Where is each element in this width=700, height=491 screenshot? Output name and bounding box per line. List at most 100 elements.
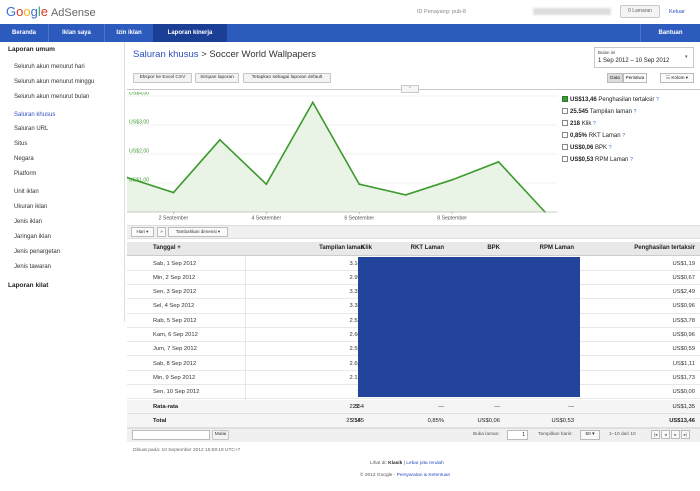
sidebar-item-ad-units[interactable]: Unit iklan bbox=[14, 189, 39, 195]
col-header-date[interactable]: Tanggal + bbox=[153, 245, 181, 251]
cell-earnings: US$0,67 bbox=[672, 274, 695, 281]
google-adsense-logo[interactable]: Google AdSense bbox=[6, 4, 96, 19]
legend-item-clicks[interactable]: 218 Klik ? bbox=[562, 120, 596, 127]
col-header-rpm[interactable]: RPM Laman bbox=[510, 245, 574, 251]
messages-button[interactable]: 0 Lamaran bbox=[620, 5, 660, 18]
cell-earnings: US$0,96 bbox=[672, 332, 695, 338]
data-point bbox=[358, 183, 361, 186]
tab-performance-reports[interactable]: Laporan kinerja bbox=[153, 24, 227, 42]
cell-date: Sab, 1 Sep 2012 bbox=[153, 260, 197, 267]
page-range: 1–10 dari 10 bbox=[609, 432, 636, 437]
legend-item-cpc[interactable]: US$0,06 BPK ? bbox=[562, 144, 612, 151]
total-label: Total bbox=[153, 418, 167, 424]
legend-item-rpm[interactable]: US$0,53 RPM Laman ? bbox=[562, 156, 633, 163]
col-header-clicks[interactable]: Klik bbox=[340, 245, 372, 251]
cell-pageviews: 2.177 bbox=[349, 374, 364, 381]
legend-item-earnings[interactable]: US$13,46 Penghasilan tertaksir ? bbox=[562, 96, 659, 103]
cell-pageviews: 3.145 bbox=[349, 260, 364, 267]
sidebar-item-ad-sizes[interactable]: Ukuran iklan bbox=[14, 204, 47, 210]
cell-pageviews: 2.530 bbox=[349, 317, 364, 324]
cell-date: Jum, 7 Sep 2012 bbox=[153, 346, 197, 353]
main-nav: Beranda Iklan saya Izin iklan Laporan ki… bbox=[0, 24, 700, 42]
legend-value: US$13,46 bbox=[570, 97, 597, 103]
sidebar-item-platforms[interactable]: Platform bbox=[14, 171, 36, 177]
columns-button[interactable]: ☷ Kolom ▾ bbox=[660, 73, 694, 83]
sidebar-item-monthly[interactable]: Seluruh akun menurut bulan bbox=[14, 94, 89, 100]
export-csv-button[interactable]: Ekspor ke Excel CSV bbox=[133, 73, 192, 83]
save-report-button[interactable]: Simpan laporan bbox=[195, 73, 239, 83]
legend-label: Penghasilan tertaksir bbox=[598, 97, 655, 103]
breadcrumb-link-custom-channels[interactable]: Saluran khusus bbox=[133, 49, 198, 60]
sidebar-section-quick[interactable]: Laporan kilat bbox=[8, 282, 48, 289]
chevron-down-icon[interactable]: ▾ bbox=[685, 54, 688, 60]
view-events-toggle[interactable]: Peristiwa bbox=[623, 73, 647, 83]
average-clicks: 21 bbox=[352, 404, 360, 410]
sidebar-item-weekly[interactable]: Seluruh akun menurut minggu bbox=[14, 79, 94, 85]
publisher-id: ID Penayang: pub-8 bbox=[417, 9, 466, 15]
column-divider bbox=[245, 357, 246, 372]
cell-earnings: US$2,49 bbox=[672, 289, 695, 296]
data-point bbox=[404, 193, 407, 196]
last-page-icon[interactable]: ▸| bbox=[681, 430, 690, 439]
legend-item-pageviews[interactable]: 25.545 Tampilan laman ? bbox=[562, 108, 636, 115]
help-icon[interactable]: ? bbox=[656, 97, 659, 103]
prev-page-icon[interactable]: ◂ bbox=[661, 430, 670, 439]
sidebar-item-custom-channels[interactable]: Saluran khusus bbox=[14, 112, 55, 118]
help-icon[interactable]: ? bbox=[630, 157, 633, 163]
help-link[interactable]: Bantuan bbox=[641, 24, 700, 42]
cell-pageviews: 3.387 bbox=[349, 303, 364, 310]
filter-input[interactable] bbox=[132, 430, 210, 440]
cell-earnings: US$0,59 bbox=[672, 346, 695, 353]
sidebar-item-ad-networks[interactable]: Jaringan iklan bbox=[14, 234, 51, 240]
sidebar-item-sites[interactable]: Situs bbox=[14, 141, 27, 147]
checkbox-icon[interactable] bbox=[562, 108, 568, 114]
view-data-toggle[interactable]: Data bbox=[607, 73, 623, 83]
sidebar-item-url-channels[interactable]: Saluran URL bbox=[14, 126, 48, 132]
sidebar-item-countries[interactable]: Negara bbox=[14, 156, 34, 162]
data-point bbox=[265, 183, 268, 186]
sidebar-item-daily[interactable]: Seluruh akun menurut hari bbox=[14, 64, 85, 70]
cell-pageviews: 99 bbox=[250, 389, 364, 395]
set-default-report-button[interactable]: Tetapkan sebagai laporan default bbox=[243, 73, 331, 83]
cell-date: Sen, 10 Sep 2012 bbox=[153, 389, 200, 396]
tab-ad-permissions[interactable]: Izin iklan bbox=[105, 24, 153, 42]
help-icon[interactable]: ? bbox=[593, 121, 596, 127]
cell-earnings: US$1,73 bbox=[672, 374, 695, 381]
terms-link[interactable]: Persyaratan & Ketentuan bbox=[397, 473, 451, 478]
col-header-ctr[interactable]: RKT Laman bbox=[380, 245, 444, 251]
add-dimension-button[interactable]: Tambahkan dimensi ▾ bbox=[168, 227, 228, 237]
day-dimension-button[interactable]: Hari ▾ bbox=[131, 227, 154, 237]
checkbox-icon[interactable] bbox=[562, 120, 568, 126]
checkbox-checked-icon[interactable] bbox=[562, 96, 568, 102]
checkbox-icon[interactable] bbox=[562, 144, 568, 150]
sidebar-section-general[interactable]: Laporan umum bbox=[8, 46, 55, 53]
tab-home[interactable]: Beranda bbox=[0, 24, 48, 42]
help-icon[interactable]: ? bbox=[622, 133, 625, 139]
copyright-text: © 2012 Google - bbox=[360, 473, 396, 478]
sidebar-item-ad-types[interactable]: Jenis iklan bbox=[14, 219, 42, 225]
sidebar-item-bid-types[interactable]: Jenis tawaran bbox=[14, 264, 51, 270]
column-divider bbox=[245, 342, 246, 358]
data-point bbox=[451, 178, 454, 181]
low-bandwidth-link[interactable]: Lebar pita rendah bbox=[406, 461, 444, 466]
help-icon[interactable]: ? bbox=[609, 145, 612, 151]
column-divider bbox=[245, 371, 246, 386]
next-page-icon[interactable]: ▸ bbox=[671, 430, 680, 439]
col-header-earnings[interactable]: Penghasilan tertaksir bbox=[590, 245, 695, 251]
cell-date: Min, 9 Sep 2012 bbox=[153, 374, 196, 381]
checkbox-icon[interactable] bbox=[562, 132, 568, 138]
help-icon[interactable]: ? bbox=[634, 109, 637, 115]
sidebar-item-targeting-types[interactable]: Jenis penargetan bbox=[14, 249, 60, 255]
go-to-page-input[interactable]: 1 bbox=[507, 430, 528, 440]
drilldown-arrow-icon[interactable]: » bbox=[157, 227, 166, 237]
first-page-icon[interactable]: |◂ bbox=[651, 430, 660, 439]
tab-my-ads[interactable]: Iklan saya bbox=[49, 24, 104, 42]
logout-link[interactable]: Keluar bbox=[669, 9, 685, 15]
filter-button[interactable]: Mulai bbox=[212, 430, 229, 440]
view-in-row: Lihat di: Klasik | Lebar pita rendah bbox=[370, 461, 444, 466]
col-header-cpc[interactable]: BPK bbox=[450, 245, 500, 251]
rows-per-page-select[interactable]: 50 ▾ bbox=[580, 430, 600, 440]
checkbox-icon[interactable] bbox=[562, 156, 568, 162]
legend-item-ctr[interactable]: 0,85% RKT Laman ? bbox=[562, 132, 625, 139]
column-divider bbox=[245, 299, 246, 315]
